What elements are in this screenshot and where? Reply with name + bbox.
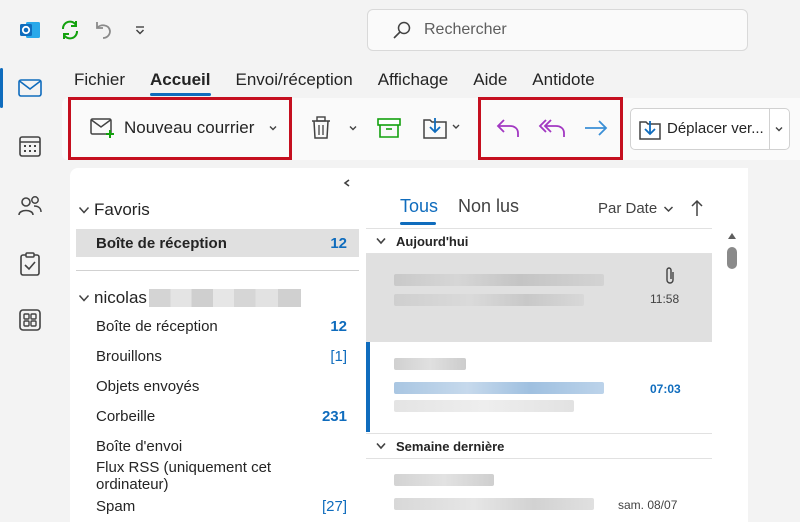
undo-icon[interactable]	[88, 14, 120, 46]
unread-count: 231	[321, 407, 347, 425]
move-to-label: Déplacer ver...	[667, 120, 764, 137]
chevron-down-icon	[663, 204, 674, 214]
group-header-last-week[interactable]: Semaine dernière	[366, 433, 712, 459]
highlight-reply-actions	[478, 97, 623, 160]
menu-tabs: Fichier Accueil Envoi/réception Affichag…	[74, 70, 620, 96]
redacted-subject	[394, 498, 594, 510]
message-time: 07:03	[650, 382, 681, 396]
unread-count: 12	[330, 317, 347, 335]
redacted-account-address	[148, 289, 301, 307]
scroll-up-icon[interactable]	[727, 232, 737, 240]
redacted-preview	[394, 400, 574, 412]
folder-name: Boîte d'envoi	[96, 437, 183, 455]
collapse-pane-icon[interactable]	[342, 178, 352, 188]
folder-pane: Favoris Boîte de réception 12 nicolas Bo…	[70, 168, 366, 522]
folder-name: Brouillons	[96, 347, 162, 365]
draft-count: [1]	[330, 347, 347, 365]
apps-icon[interactable]	[12, 302, 48, 338]
unread-count: 12	[330, 234, 347, 252]
folder-name: Boîte de réception	[96, 234, 227, 252]
chevron-down-icon	[376, 237, 386, 245]
chevron-down-icon	[78, 205, 90, 215]
attachment-icon	[664, 266, 676, 286]
tab-envoi-reception[interactable]: Envoi/réception	[236, 70, 353, 94]
divider	[76, 270, 359, 271]
group-label: Semaine dernière	[396, 438, 505, 454]
sort-direction-arrow-icon[interactable]	[690, 199, 704, 217]
message-item-unread[interactable]: 07:03	[366, 342, 712, 432]
tab-unread[interactable]: Non lus	[458, 196, 519, 217]
move-to-icon	[638, 117, 662, 141]
sync-icon[interactable]	[54, 14, 86, 46]
people-icon[interactable]	[12, 188, 48, 224]
reading-pane-edge	[748, 168, 800, 522]
account-header[interactable]: nicolas	[78, 288, 301, 308]
tab-antidote[interactable]: Antidote	[532, 70, 594, 94]
calendar-icon[interactable]	[12, 128, 48, 164]
move-to-button[interactable]: Déplacer ver...	[630, 108, 790, 150]
mail-icon[interactable]	[12, 70, 48, 106]
redacted-sender	[394, 274, 604, 286]
tab-accueil[interactable]: Accueil	[150, 70, 211, 96]
favorites-label: Favoris	[94, 200, 150, 219]
folder-inbox[interactable]: Boîte de réception 12	[76, 312, 359, 340]
move-to-chevron-icon[interactable]	[774, 124, 784, 134]
sort-by-date[interactable]: Par Date	[598, 200, 674, 217]
tab-affichage[interactable]: Affichage	[378, 70, 449, 94]
folder-name: Spam	[96, 497, 136, 515]
folder-drafts[interactable]: Brouillons [1]	[76, 342, 359, 370]
folder-sent[interactable]: Objets envoyés	[76, 372, 359, 400]
delete-icon[interactable]	[306, 112, 336, 144]
customize-quick-access-icon[interactable]	[124, 14, 156, 46]
redacted-sender	[394, 474, 494, 486]
folder-deleted[interactable]: Corbeille 231	[76, 402, 359, 430]
redacted-sender	[394, 358, 466, 370]
folder-name: Boîte de réception	[96, 317, 218, 335]
account-name: nicolas	[94, 288, 147, 307]
chevron-down-icon	[78, 293, 90, 303]
tab-all[interactable]: Tous	[400, 196, 438, 217]
app-rail	[0, 0, 60, 522]
outlook-logo-icon	[14, 14, 46, 46]
folder-rss[interactable]: Flux RSS (uniquement cet ordinateur)	[76, 459, 359, 493]
sort-label: Par Date	[598, 200, 658, 217]
folder-outbox[interactable]: Boîte d'envoi	[76, 432, 359, 460]
group-label: Aujourd'hui	[396, 233, 469, 249]
search-placeholder: Rechercher	[424, 21, 507, 38]
redacted-subject	[394, 382, 604, 394]
chevron-down-icon	[376, 442, 386, 450]
tab-fichier[interactable]: Fichier	[74, 70, 125, 94]
message-time: 11:58	[650, 292, 680, 306]
folder-name: Flux RSS (uniquement cet ordinateur)	[96, 459, 272, 493]
message-item-selected[interactable]: 11:58	[366, 254, 712, 342]
favorite-inbox[interactable]: Boîte de réception 12	[76, 229, 359, 257]
search-icon	[392, 20, 412, 40]
folder-name: Objets envoyés	[96, 377, 200, 395]
spam-count: [27]	[321, 497, 347, 515]
search-input[interactable]: Rechercher	[367, 9, 748, 51]
archive-icon[interactable]	[374, 114, 404, 142]
message-time: sam. 08/07	[618, 498, 678, 512]
redacted-subject	[394, 294, 584, 306]
rail-active-indicator	[0, 68, 3, 108]
delete-dropdown-chevron-icon[interactable]	[344, 118, 362, 138]
message-list: Tous Non lus Par Date Aujourd'hui 11:58 …	[366, 168, 748, 522]
folder-name: Corbeille	[96, 407, 156, 425]
unread-indicator	[366, 342, 370, 432]
scroll-thumb[interactable]	[727, 247, 737, 269]
message-list-scrollbar[interactable]	[722, 228, 742, 522]
tasks-icon[interactable]	[12, 246, 48, 282]
group-header-today[interactable]: Aujourd'hui	[366, 228, 712, 254]
tab-aide[interactable]: Aide	[473, 70, 507, 94]
move-to-divider	[769, 109, 770, 149]
folder-spam[interactable]: Spam [27]	[76, 492, 359, 520]
favorites-header[interactable]: Favoris	[78, 200, 150, 220]
move-icon[interactable]	[418, 112, 464, 142]
highlight-new-mail	[68, 97, 292, 160]
tab-all-underline	[400, 222, 436, 225]
message-item[interactable]: sam. 08/07	[366, 460, 712, 522]
